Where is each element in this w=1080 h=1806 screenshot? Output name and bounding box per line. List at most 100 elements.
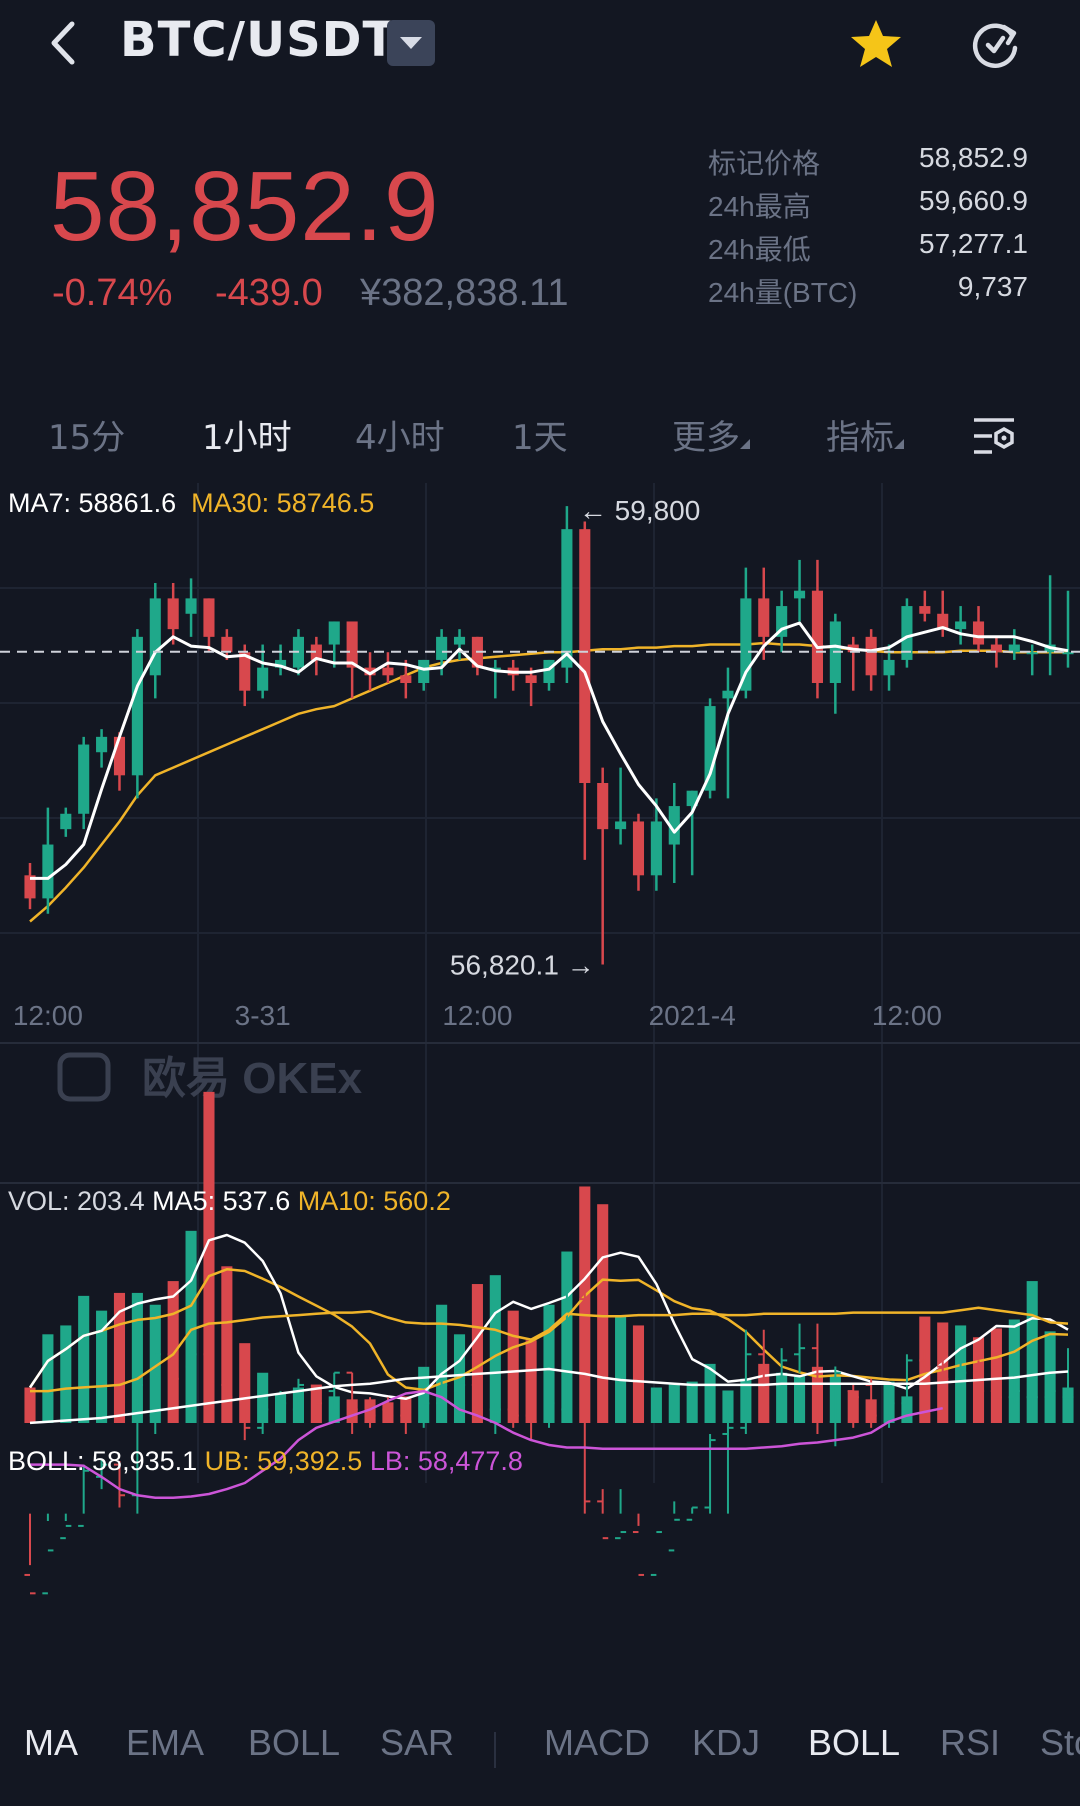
stat-row: 24h最高 59,660.9 <box>708 185 1028 228</box>
candle-body <box>167 598 179 630</box>
candle-body <box>346 621 358 668</box>
okex-logo-icon <box>57 1052 111 1102</box>
vol-ma5-legend: MA5: 537.6 <box>152 1186 291 1216</box>
candle-body <box>579 529 591 783</box>
boll-mid-legend: BOLL: 58,935.1 <box>8 1446 198 1476</box>
time-tick-label: 12:00 <box>442 1000 512 1031</box>
tab-sar[interactable]: SAR <box>380 1722 454 1764</box>
ma30-legend: MA30: 58746.5 <box>191 488 375 518</box>
time-tick-label: 2021-4 <box>649 1000 736 1031</box>
volume-bar <box>597 1204 609 1423</box>
volume-bar <box>1008 1319 1020 1423</box>
watermark-text: 欧易 OKEx <box>142 1054 363 1103</box>
back-chevron-icon[interactable] <box>40 18 90 68</box>
change-amount: -439.0 <box>215 272 323 314</box>
boll-legend: BOLL: 58,935.1 UB: 59,392.5 LB: 58,477.8 <box>8 1446 523 1477</box>
ma7-legend: MA7: 58861.6 <box>8 488 177 518</box>
volume-bar <box>185 1230 197 1423</box>
vol-legend: VOL: 203.4 <box>8 1186 145 1216</box>
star-icon[interactable] <box>848 18 904 70</box>
change-percent: -0.74% <box>52 272 173 314</box>
volume-bar <box>686 1381 698 1423</box>
tab-indicators-label: 指标 <box>826 418 894 458</box>
pair-title[interactable]: BTC/USDT <box>120 12 396 68</box>
candle-body <box>722 690 734 699</box>
volume-bar <box>24 1387 36 1423</box>
tab-ema[interactable]: EMA <box>126 1722 204 1764</box>
vol-ma10-legend: MA10: 560.2 <box>297 1186 451 1216</box>
tab-more[interactable]: 更多 <box>672 410 750 459</box>
volume-bars <box>24 1091 1074 1423</box>
cny-value: ¥382,838.11 <box>360 272 569 314</box>
tab-1d[interactable]: 1天 <box>512 410 568 459</box>
volume-bar <box>42 1334 54 1423</box>
tab-1h[interactable]: 1小时 <box>202 410 292 459</box>
candle-body <box>257 667 269 691</box>
pair-dropdown-button[interactable] <box>387 20 435 66</box>
candle-body <box>60 813 72 830</box>
candle-body <box>632 821 645 876</box>
candle-body <box>221 636 233 653</box>
candle-body <box>382 667 394 676</box>
stat-label: 标记价格 <box>708 148 821 179</box>
tab-stochrsi[interactable]: StochRSI <box>1040 1722 1080 1764</box>
stat-label: 24h最高 <box>708 191 811 222</box>
candle-body <box>794 590 806 599</box>
candle-body <box>185 598 197 614</box>
tab-divider <box>494 1732 496 1768</box>
volume-bar <box>489 1275 501 1423</box>
candle-body <box>955 621 967 630</box>
volume-bar <box>632 1325 645 1423</box>
tab-macd[interactable]: MACD <box>544 1722 650 1764</box>
candle-body <box>418 659 430 683</box>
candle-body <box>597 783 609 830</box>
tab-more-label: 更多 <box>672 418 740 458</box>
time-tick-label: 12:00 <box>872 1000 942 1031</box>
tab-rsi[interactable]: RSI <box>940 1722 1000 1764</box>
kline-chart[interactable]: 欧易 OKEx ← 59,800 56,820.1 → 12:00 3-31 12:… <box>0 483 1080 1708</box>
interval-tabs: 15分 1小时 4小时 1天 更多 指标 <box>0 410 1080 464</box>
tab-4h[interactable]: 4小时 <box>355 410 445 459</box>
candle-body <box>758 598 770 637</box>
tab-boll-sub[interactable]: BOLL <box>808 1722 900 1764</box>
refresh-icon[interactable] <box>968 18 1022 72</box>
volume-bar <box>78 1295 90 1423</box>
volume-legend: VOL: 203.4 MA5: 537.6 MA10: 560.2 <box>8 1186 451 1217</box>
stat-row: 24h最低 57,277.1 <box>708 228 1028 271</box>
triangle-down-icon <box>400 37 422 49</box>
candle-body <box>561 529 573 668</box>
boll-lb-legend: LB: 58,477.8 <box>369 1446 523 1476</box>
volume-bar <box>650 1387 662 1423</box>
candle-body <box>919 606 931 614</box>
stat-row: 24h量(BTC) 9,737 <box>708 271 1028 314</box>
boll-lb-path <box>30 1389 943 1499</box>
chart-settings-icon[interactable] <box>972 416 1016 456</box>
candle-body <box>78 744 90 814</box>
candle-body <box>42 844 54 899</box>
candle-body <box>149 598 161 676</box>
low-annotation: 56,820.1 → <box>450 950 595 981</box>
candle-body <box>400 675 412 683</box>
tab-15m[interactable]: 15分 <box>48 410 125 459</box>
corner-triangle-icon <box>740 439 750 449</box>
volume-bar <box>60 1325 72 1423</box>
boll-ub-legend: UB: 59,392.5 <box>204 1446 363 1476</box>
last-price: 58,852.9 <box>50 151 440 261</box>
indicator-tabs: MA EMA BOLL SAR MACD KDJ BOLL RSI StochR… <box>0 1722 1080 1782</box>
candle-body <box>811 590 823 683</box>
stat-value: 57,277.1 <box>919 228 1028 259</box>
candle-body <box>131 636 143 776</box>
tab-boll-main[interactable]: BOLL <box>248 1722 340 1764</box>
candle-body <box>704 706 716 791</box>
candle-body <box>96 736 108 753</box>
time-tick-label: 12:00 <box>13 1000 83 1031</box>
tab-kdj[interactable]: KDJ <box>692 1722 760 1764</box>
stat-row: 标记价格 58,852.9 <box>708 142 1028 185</box>
corner-triangle-icon <box>894 439 904 449</box>
main-legend: MA7: 58861.6 MA30: 58746.5 <box>8 488 374 519</box>
tab-ma[interactable]: MA <box>24 1722 78 1764</box>
candle-body <box>615 821 627 830</box>
tab-indicators[interactable]: 指标 <box>826 410 904 459</box>
candle-body <box>543 659 555 683</box>
stat-value: 58,852.9 <box>919 142 1028 173</box>
